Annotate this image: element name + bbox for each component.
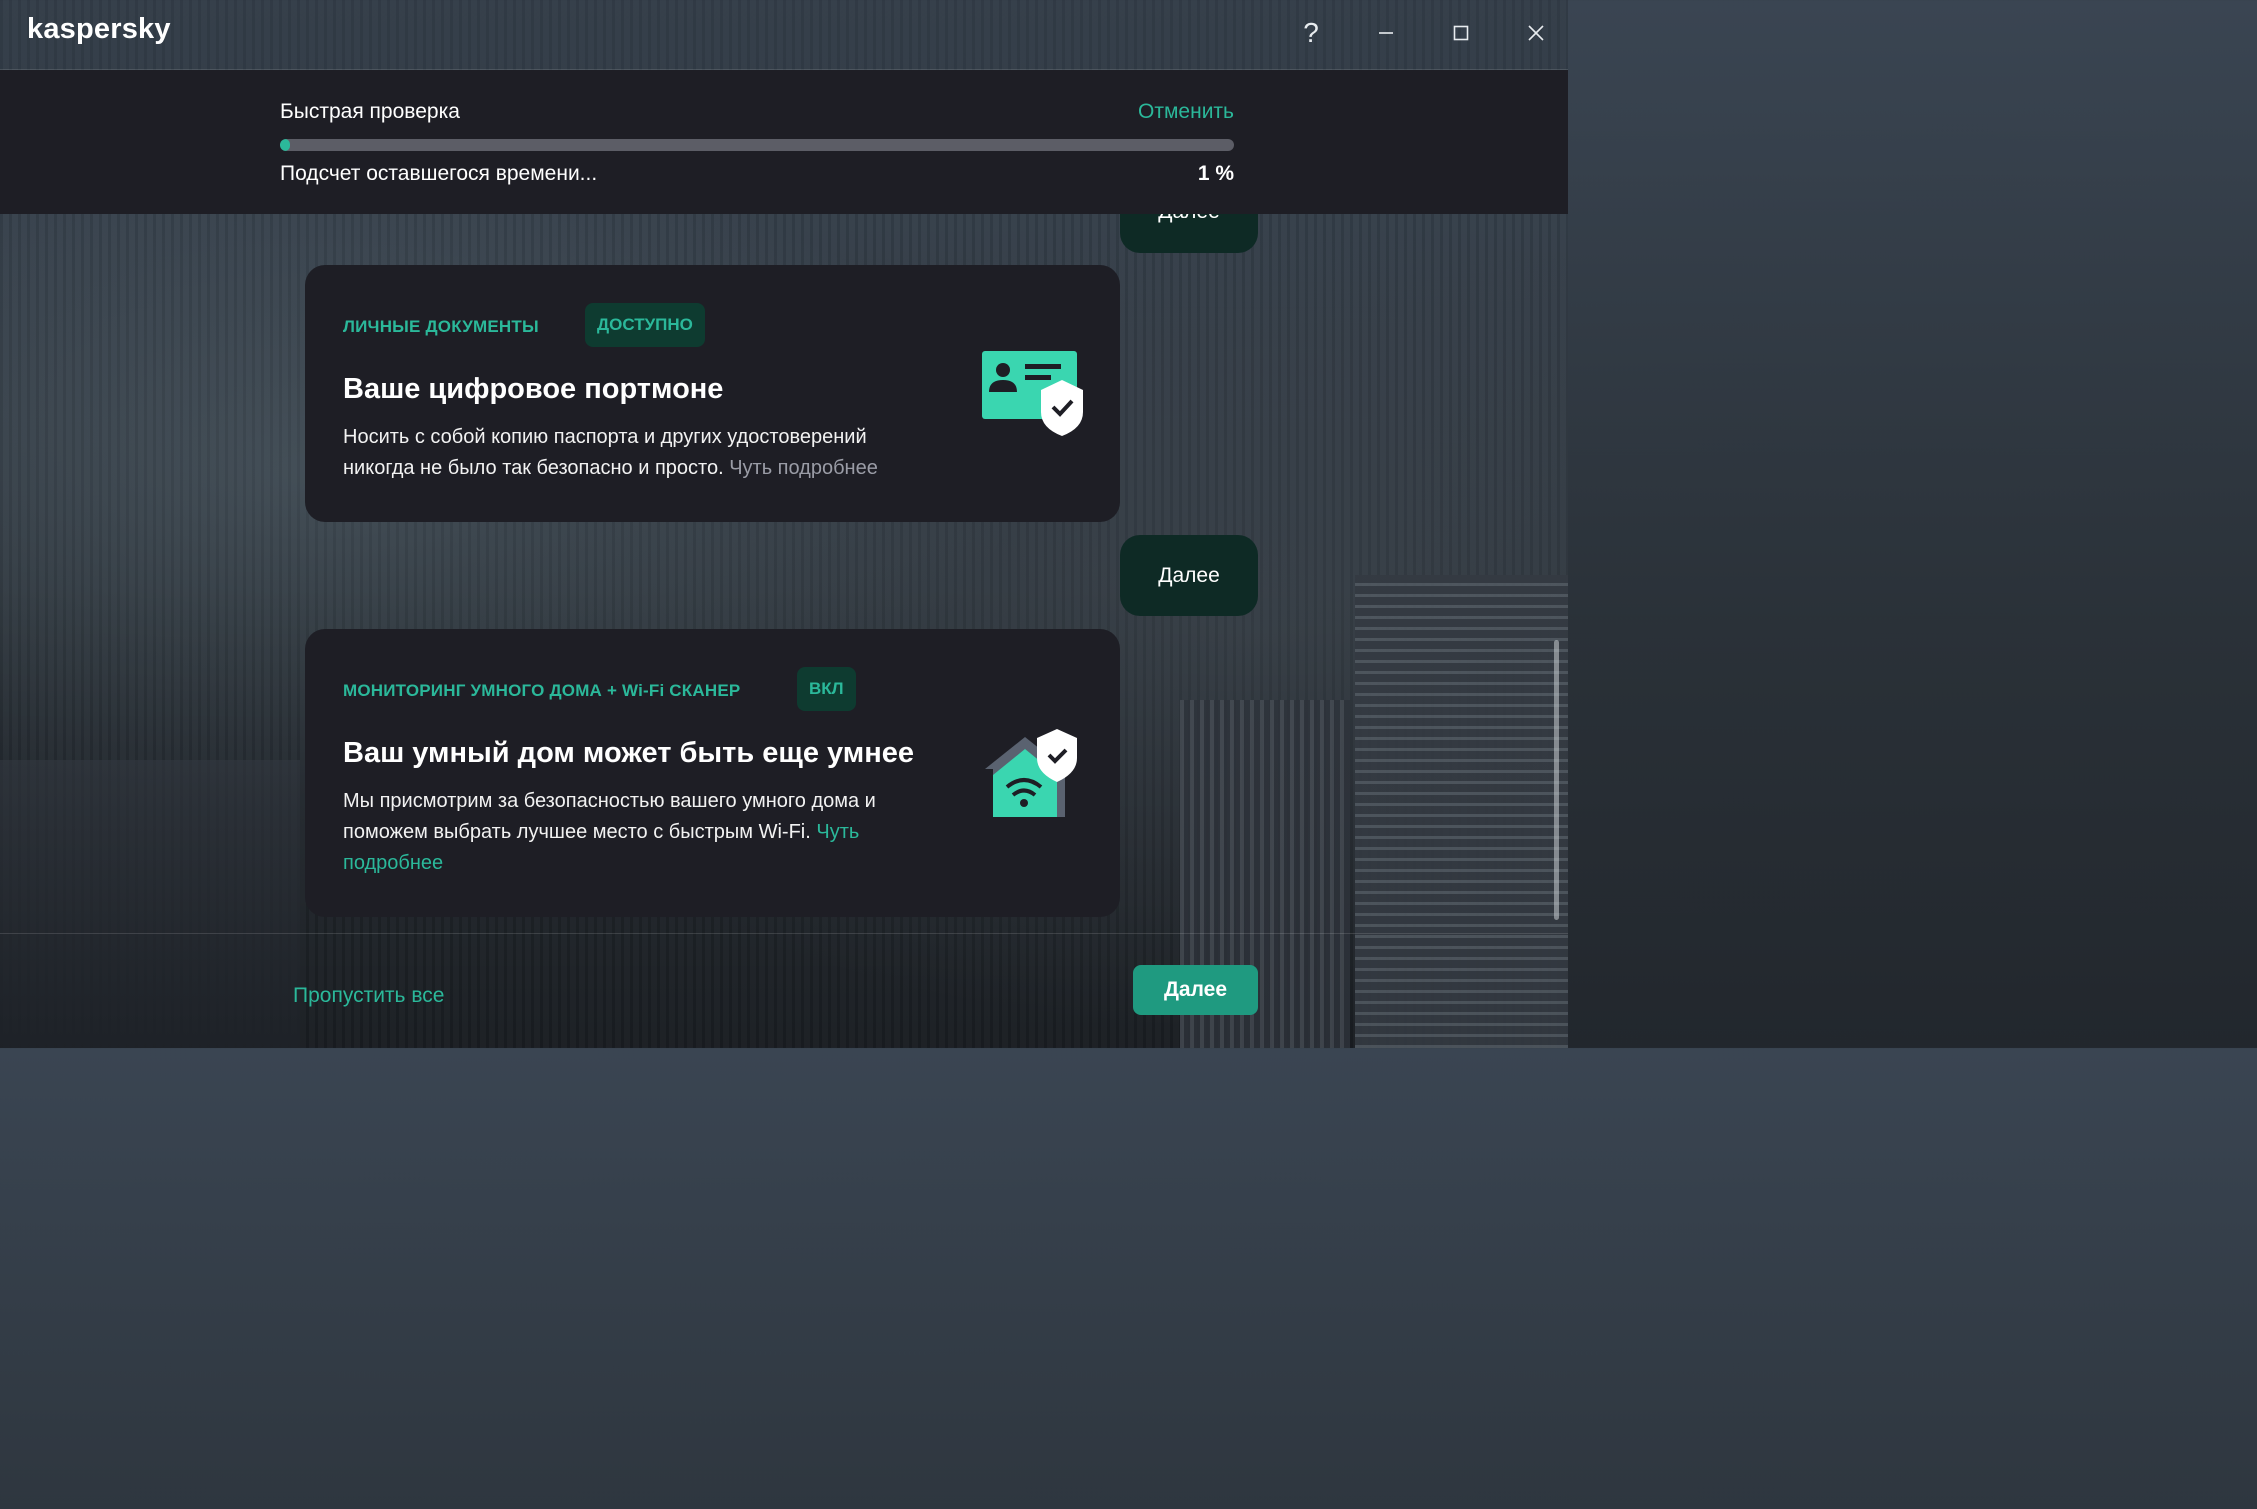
background-building: [0, 760, 300, 1048]
maximize-button[interactable]: [1439, 12, 1483, 54]
kaspersky-logo: kaspersky: [27, 13, 171, 45]
cancel-scan-link[interactable]: Отменить: [1138, 100, 1234, 124]
scan-status-text: Подсчет оставшегося времени...: [280, 162, 598, 185]
minimize-button[interactable]: [1364, 12, 1408, 54]
skip-all-link[interactable]: Пропустить все: [293, 984, 444, 1008]
maximize-icon: [1453, 25, 1469, 41]
status-badge: ВКЛ: [797, 667, 856, 711]
footer-divider: [0, 933, 1568, 934]
card-description: Мы присмотрим за безопасностью вашего ум…: [343, 786, 943, 879]
scrollbar[interactable]: [1554, 640, 1559, 920]
scan-title: Быстрая проверка: [280, 100, 460, 123]
close-icon: [1528, 25, 1544, 41]
card-description-text: Мы присмотрим за безопасностью вашего ум…: [343, 790, 876, 843]
feature-card-smart-home: МОНИТОРИНГ УМНОГО ДОМА + Wi-Fi СКАНЕР ВК…: [305, 629, 1120, 917]
card-next-button[interactable]: Далее: [1120, 535, 1258, 616]
card-description: Носить с собой копию паспорта и других у…: [343, 422, 943, 484]
status-badge: ДОСТУПНО: [585, 303, 705, 347]
smart-home-wifi-shield-icon: [985, 729, 1077, 817]
card-tag: МОНИТОРИНГ УМНОГО ДОМА + Wi-Fi СКАНЕР: [343, 681, 741, 700]
minimize-icon: [1379, 32, 1393, 34]
feature-card-personal-documents: ЛИЧНЫЕ ДОКУМЕНТЫ ДОСТУПНО Ваше цифровое …: [305, 265, 1120, 522]
scan-progress-panel: Быстрая проверка Отменить Подсчет оставш…: [0, 70, 1568, 214]
scan-progress-fill: [280, 139, 290, 151]
help-button[interactable]: ?: [1289, 12, 1333, 54]
background-building: [1355, 575, 1568, 1048]
title-bar: kaspersky ?: [0, 0, 1568, 70]
card-title: Ваше цифровое портмоне: [343, 373, 724, 405]
close-button[interactable]: [1514, 12, 1558, 54]
card-title: Ваш умный дом может быть еще умнее: [343, 737, 915, 769]
scan-percent: 1 %: [1197, 162, 1234, 185]
id-card-shield-icon: [982, 351, 1083, 436]
scan-progress-bar: [280, 139, 1234, 151]
next-button[interactable]: Далее: [1133, 965, 1258, 1015]
card-tag: ЛИЧНЫЕ ДОКУМЕНТЫ: [343, 317, 539, 336]
learn-more-link[interactable]: Чуть подробнее: [729, 457, 878, 479]
